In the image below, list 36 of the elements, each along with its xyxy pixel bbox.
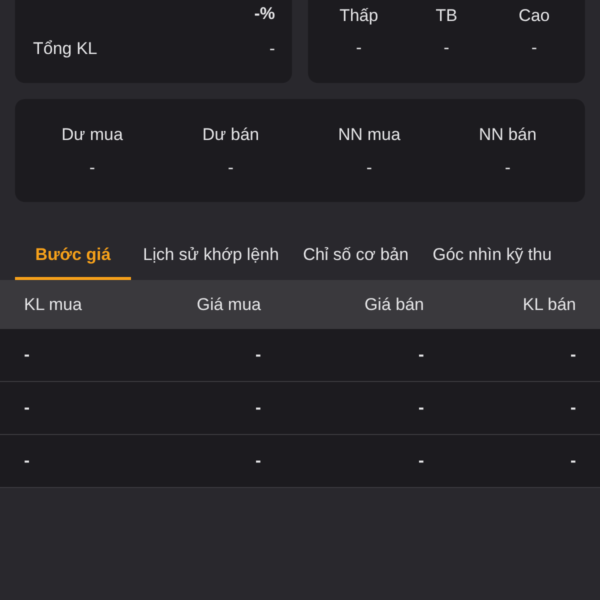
table-cell-text: - xyxy=(24,397,31,420)
table-cell-text: - xyxy=(254,397,261,420)
stat-label: NN bán xyxy=(478,124,537,146)
stat-value: - xyxy=(366,157,372,180)
column-header: KL mua xyxy=(24,294,83,316)
column-label: Cao xyxy=(518,5,550,28)
column-label: Thấp xyxy=(339,5,378,28)
table-cell-text: - xyxy=(254,344,261,366)
column-value: - xyxy=(356,37,362,60)
column-value: - xyxy=(531,37,537,60)
table-cell-text: - xyxy=(417,450,424,472)
row-value: - xyxy=(269,38,275,60)
stat-label: NN mua xyxy=(338,124,400,146)
column-value: - xyxy=(444,37,450,60)
table-cell-text: - xyxy=(569,397,576,420)
stat-value: - xyxy=(228,157,234,180)
table-cell-text: - xyxy=(417,344,424,366)
stat-value: - xyxy=(504,157,511,180)
table-cell-text: - xyxy=(569,344,576,366)
table-cell-text: - xyxy=(24,450,31,472)
stat-value: - xyxy=(89,157,96,180)
tab[interactable]: Góc nhìn kỹ thu xyxy=(420,230,564,280)
change-percent: -% xyxy=(254,3,275,26)
tab[interactable]: Lịch sử khớp lệnh xyxy=(131,230,291,280)
table-cell-text: - xyxy=(417,397,424,420)
tab[interactable]: Chỉ số cơ bản xyxy=(290,230,421,280)
row-label: Tổng KL xyxy=(33,38,98,60)
column-label: TB xyxy=(436,5,458,28)
table-cell-text: - xyxy=(254,450,261,472)
table-cell-text: - xyxy=(569,450,576,472)
stat-label: Dư mua xyxy=(62,124,123,146)
table-cell-text: - xyxy=(24,344,31,366)
stat-label: Dư bán xyxy=(202,124,260,146)
column-header: Giá bán xyxy=(363,294,424,316)
column-header: KL bán xyxy=(522,294,576,316)
column-header: Giá mua xyxy=(196,294,261,316)
